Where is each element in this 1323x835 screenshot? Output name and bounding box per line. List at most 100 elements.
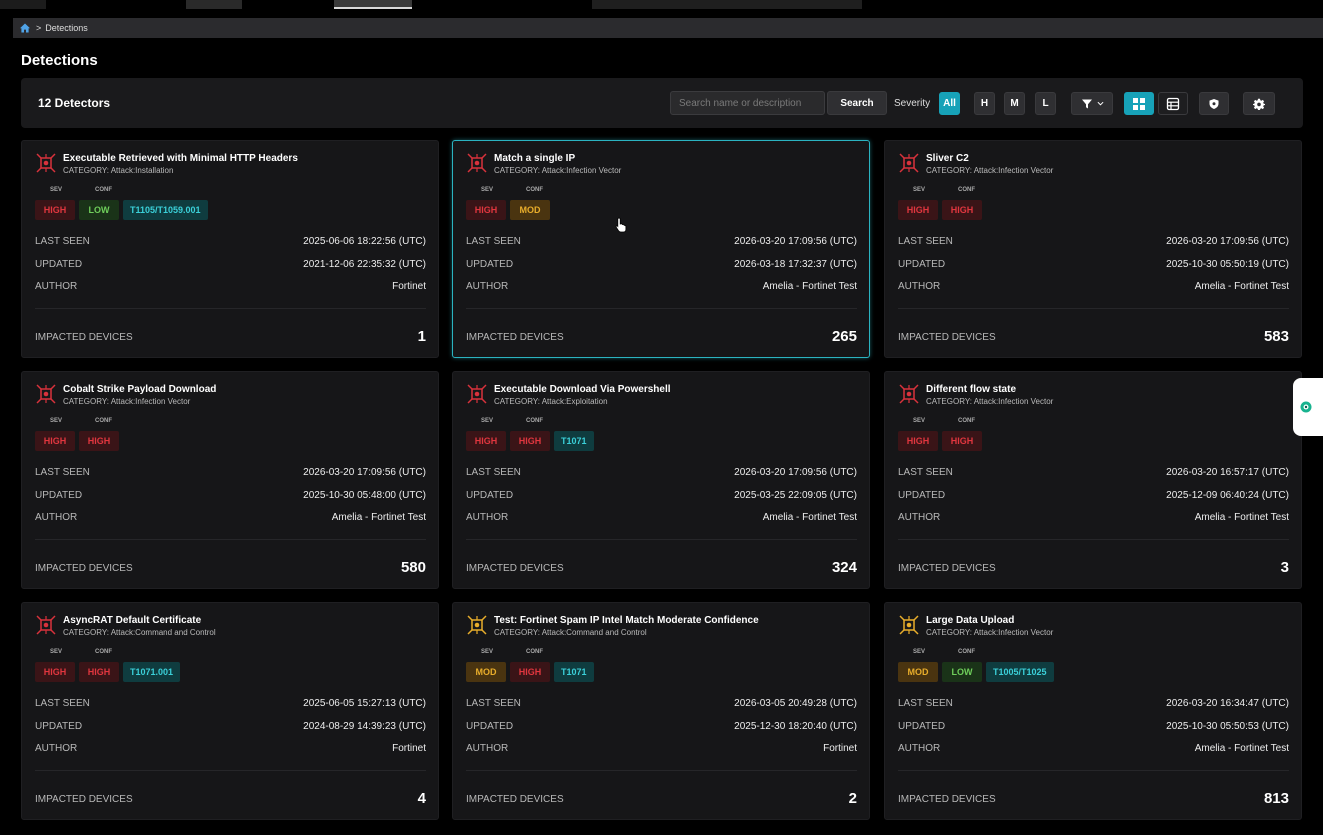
detector-category: CATEGORY: Attack:Exploitation: [494, 397, 608, 406]
impacted-devices-label: IMPACTED DEVICES: [466, 332, 564, 343]
last-seen-value: 2026-03-20 17:09:56 (UTC): [734, 236, 857, 247]
impacted-devices-count[interactable]: 1: [418, 328, 426, 345]
search-input[interactable]: [670, 91, 825, 115]
updated-label: UPDATED: [466, 490, 514, 501]
severity-filter-all[interactable]: All: [939, 92, 960, 115]
updated-label: UPDATED: [35, 259, 83, 270]
updated-value: 2025-10-30 05:50:53 (UTC): [1166, 721, 1289, 732]
search-button[interactable]: Search: [827, 91, 887, 115]
detector-title[interactable]: Executable Download Via Powershell: [494, 384, 671, 395]
sev-label: SEV: [50, 187, 63, 193]
impacted-devices-count[interactable]: 3: [1281, 559, 1289, 576]
last-seen-value: 2026-03-20 16:57:17 (UTC): [1166, 467, 1289, 478]
author-label: AUTHOR: [898, 512, 941, 523]
detector-title[interactable]: Test: Fortinet Spam IP Intel Match Moder…: [494, 615, 759, 626]
impacted-devices-label: IMPACTED DEVICES: [466, 563, 564, 574]
sev-label: SEV: [50, 649, 63, 655]
conf-label: CONF: [526, 187, 543, 193]
detector-card[interactable]: Different flow state CATEGORY: Attack:Inf…: [884, 371, 1302, 589]
side-panel-tab[interactable]: [1293, 378, 1323, 436]
detector-category: CATEGORY: Attack:Command and Control: [494, 628, 647, 637]
severity-badge: HIGH: [466, 431, 506, 451]
impacted-devices-count[interactable]: 2: [849, 790, 857, 807]
breadcrumb-separator: >: [36, 23, 42, 33]
detector-title[interactable]: Match a single IP: [494, 153, 575, 164]
mitre-technique-badge[interactable]: T1071.001: [123, 662, 181, 682]
severity-filter-moderate[interactable]: M: [1004, 92, 1025, 115]
author-value: Fortinet: [392, 743, 426, 754]
updated-value: 2021-12-06 22:35:32 (UTC): [303, 259, 426, 270]
author-value: Amelia - Fortinet Test: [762, 512, 857, 523]
detector-title[interactable]: Sliver C2: [926, 153, 969, 164]
table-icon: [1166, 97, 1180, 110]
table-view-button[interactable]: [1158, 92, 1188, 115]
detector-card[interactable]: Sliver C2 CATEGORY: Attack:Infection Vect…: [884, 140, 1302, 358]
mitre-technique-badge[interactable]: T1105/T1059.001: [123, 200, 208, 220]
shield-button[interactable]: [1199, 92, 1229, 115]
detector-title[interactable]: AsyncRAT Default Certificate: [63, 615, 201, 626]
mitre-technique-badge[interactable]: T1071: [554, 431, 594, 451]
breadcrumb: > Detections: [13, 18, 1323, 38]
conf-label: CONF: [95, 418, 112, 424]
detector-card[interactable]: Large Data Upload CATEGORY: Attack:Infect…: [884, 602, 1302, 820]
filter-dropdown-button[interactable]: [1071, 92, 1113, 115]
detector-title[interactable]: Large Data Upload: [926, 615, 1014, 626]
top-strip-active-tab[interactable]: [334, 0, 412, 9]
detector-category: CATEGORY: Attack:Infection Vector: [494, 166, 622, 175]
updated-value: 2026-03-18 17:32:37 (UTC): [734, 259, 857, 270]
sev-label: SEV: [481, 418, 494, 424]
impacted-devices-count[interactable]: 813: [1264, 790, 1289, 807]
mitre-technique-badge[interactable]: T1071: [554, 662, 594, 682]
detector-virus-icon: [36, 384, 56, 404]
impacted-devices-label: IMPACTED DEVICES: [898, 332, 996, 343]
detector-virus-icon: [467, 384, 487, 404]
filter-icon: [1081, 99, 1092, 108]
card-divider: [466, 539, 857, 540]
impacted-devices-count[interactable]: 580: [401, 559, 426, 576]
grid-view-button[interactable]: [1124, 92, 1154, 115]
top-strip-segment: [592, 0, 862, 9]
detector-title[interactable]: Different flow state: [926, 384, 1016, 395]
card-divider: [35, 539, 426, 540]
sev-label: SEV: [913, 649, 926, 655]
severity-badge: MOD: [466, 662, 506, 682]
detector-category: CATEGORY: Attack:Command and Control: [63, 628, 216, 637]
detector-card[interactable]: Cobalt Strike Payload Download CATEGORY: …: [21, 371, 439, 589]
detector-title[interactable]: Cobalt Strike Payload Download: [63, 384, 216, 395]
sev-label: SEV: [481, 187, 494, 193]
sev-label: SEV: [50, 418, 63, 424]
top-strip-segment: [0, 0, 46, 9]
last-seen-value: 2026-03-20 17:09:56 (UTC): [1166, 236, 1289, 247]
settings-button[interactable]: [1243, 92, 1275, 115]
detector-card[interactable]: AsyncRAT Default Certificate CATEGORY: At…: [21, 602, 439, 820]
severity-label: Severity: [894, 98, 931, 109]
impacted-devices-count[interactable]: 324: [832, 559, 857, 576]
detector-title[interactable]: Executable Retrieved with Minimal HTTP H…: [63, 153, 298, 164]
mitre-technique-badge[interactable]: T1005/T1025: [986, 662, 1054, 682]
detector-card[interactable]: Executable Download Via Powershell CATEGO…: [452, 371, 870, 589]
updated-label: UPDATED: [466, 721, 514, 732]
conf-label: CONF: [958, 187, 975, 193]
updated-value: 2024-08-29 14:39:23 (UTC): [303, 721, 426, 732]
author-label: AUTHOR: [466, 281, 509, 292]
confidence-badge: HIGH: [942, 431, 982, 451]
severity-filter-high[interactable]: H: [974, 92, 995, 115]
updated-value: 2025-03-25 22:09:05 (UTC): [734, 490, 857, 501]
home-icon[interactable]: [19, 22, 31, 34]
conf-label: CONF: [526, 649, 543, 655]
last-seen-label: LAST SEEN: [466, 236, 521, 247]
detector-category: CATEGORY: Attack:Infection Vector: [926, 166, 1054, 175]
impacted-devices-count[interactable]: 4: [418, 790, 426, 807]
detector-card[interactable]: Match a single IP CATEGORY: Attack:Infect…: [452, 140, 870, 358]
card-divider: [466, 770, 857, 771]
detector-card[interactable]: Test: Fortinet Spam IP Intel Match Moder…: [452, 602, 870, 820]
severity-filter-low[interactable]: L: [1035, 92, 1056, 115]
confidence-badge: HIGH: [510, 662, 550, 682]
sev-label: SEV: [913, 187, 926, 193]
updated-label: UPDATED: [466, 259, 514, 270]
last-seen-label: LAST SEEN: [35, 467, 90, 478]
detector-card[interactable]: Executable Retrieved with Minimal HTTP H…: [21, 140, 439, 358]
impacted-devices-count[interactable]: 583: [1264, 328, 1289, 345]
impacted-devices-count[interactable]: 265: [832, 328, 857, 345]
updated-label: UPDATED: [898, 259, 946, 270]
